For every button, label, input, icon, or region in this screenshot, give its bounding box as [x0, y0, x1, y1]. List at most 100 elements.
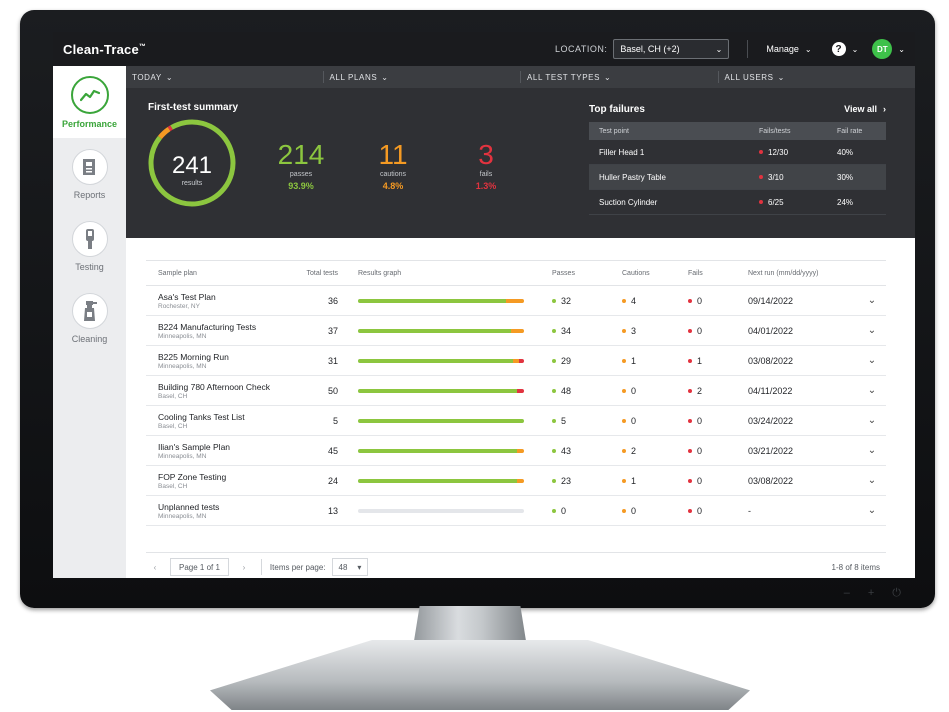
filter-label: ALL USERS [724, 72, 774, 82]
total-tests: 31 [327, 355, 338, 366]
fails-value: 2 [697, 385, 703, 396]
results-bar [358, 448, 524, 453]
table-row[interactable]: Cooling Tanks Test List Basel, CH 5 5 0 … [146, 406, 886, 436]
column-header: Results graph [358, 269, 402, 277]
cautions-value: 3 [631, 325, 637, 336]
pass-dot-icon [552, 478, 556, 483]
brand-logo[interactable]: Clean-Trace™ [63, 42, 146, 57]
chevron-down-icon[interactable]: ⌄ [858, 295, 886, 306]
plan-name[interactable]: FOP Zone Testing [158, 472, 296, 482]
plan-name[interactable]: Cooling Tanks Test List [158, 412, 296, 422]
plan-name[interactable]: B224 Manufacturing Tests [158, 322, 296, 332]
table-row[interactable]: Suction Cylinder 6/25 24% [589, 190, 886, 215]
manage-menu[interactable]: Manage ⌄ [766, 44, 811, 54]
chevron-down-icon[interactable]: ⌄ [858, 445, 886, 456]
cautions-value: 2 [631, 445, 637, 456]
results-bar [358, 388, 524, 393]
plus-icon: + [867, 587, 875, 599]
table-row[interactable]: Unplanned tests Minneapolis, MN 13 0 0 0… [146, 496, 886, 526]
chevron-down-icon[interactable]: ⌄ [858, 325, 886, 336]
column-header[interactable]: Passes [544, 270, 614, 277]
pagination-bar: ‹ Page 1 of 1 › Items per page: 48 ▾ 1-8… [146, 552, 886, 578]
location-select[interactable]: Basel, CH (+2) ⌄ [613, 39, 730, 59]
chevron-down-icon[interactable]: ⌄ [858, 505, 886, 516]
page-indicator[interactable]: Page 1 of 1 [170, 558, 229, 576]
plans-table: Sample plan Total tests Results graph Pa… [146, 260, 886, 526]
items-per-page-select[interactable]: 48 ▾ [331, 558, 369, 576]
column-header[interactable]: Next run (mm/dd/yyyy) [740, 270, 858, 277]
column-header: Test point [599, 127, 629, 135]
table-row[interactable]: Ilian's Sample Plan Minneapolis, MN 45 4… [146, 436, 886, 466]
cautions-cell: 1 [614, 356, 680, 366]
plan-name[interactable]: Unplanned tests [158, 502, 296, 512]
chevron-down-icon[interactable]: ⌄ [858, 475, 886, 486]
sidebar-item-cleaning[interactable]: Cleaning [53, 282, 126, 354]
filter-users[interactable]: ALL USERS ⌄ [717, 71, 916, 83]
next-run: - [748, 505, 751, 516]
cautions-value: 4 [631, 295, 637, 306]
table-row[interactable]: B224 Manufacturing Tests Minneapolis, MN… [146, 316, 886, 346]
next-page-icon[interactable]: › [235, 563, 253, 572]
plan-name[interactable]: Ilian's Sample Plan [158, 442, 296, 452]
bar-caution-segment [516, 448, 524, 453]
help-icon[interactable]: ? [831, 42, 846, 56]
plan-name[interactable]: Asa's Test Plan [158, 292, 296, 302]
bar-pass-segment [358, 448, 517, 453]
view-all-link[interactable]: View all › [844, 104, 886, 114]
filter-plans[interactable]: ALL PLANS ⌄ [322, 71, 521, 83]
plan-name[interactable]: Building 780 Afternoon Check [158, 382, 296, 392]
caution-dot-icon [622, 418, 626, 423]
cautions-value: 1 [631, 355, 637, 366]
bar-pass-segment [358, 478, 518, 483]
pass-dot-icon [552, 388, 556, 393]
chevron-down-icon: ⌄ [777, 72, 785, 82]
column-header: Fail rate [837, 127, 863, 135]
filter-date[interactable]: TODAY ⌄ [126, 71, 323, 83]
sidebar: Performance Reports Testing Cleaning [53, 66, 126, 578]
chevron-down-icon[interactable]: ⌄ [858, 355, 886, 366]
passes-value: 23 [561, 475, 572, 486]
column-header[interactable]: Total tests [296, 270, 350, 277]
chevron-down-icon: ⌄ [381, 72, 389, 82]
next-run: 03/21/2022 [748, 445, 794, 456]
table-row[interactable]: Huller Pastry Table 3/10 30% [589, 165, 886, 190]
chevron-down-icon[interactable]: ⌄ [858, 385, 886, 396]
table-row[interactable]: FOP Zone Testing Basel, CH 24 23 1 0 03/… [146, 466, 886, 496]
chevron-down-icon[interactable]: ⌄ [852, 45, 859, 54]
column-header[interactable]: Cautions [614, 270, 680, 277]
passes-cell: 23 [544, 476, 614, 486]
sidebar-item-performance[interactable]: Performance [53, 66, 126, 138]
sidebar-item-testing[interactable]: Testing [53, 210, 126, 282]
total-tests: 5 [332, 415, 338, 426]
table-row[interactable]: Filler Head 1 12/30 40% [589, 140, 886, 165]
ratio-value: 3/10 [768, 172, 784, 182]
column-header[interactable]: Sample plan [146, 270, 296, 277]
sample-plan-cell: B225 Morning Run Minneapolis, MN [146, 352, 296, 370]
items-per-page-value: 48 [338, 562, 348, 572]
cautions-label: cautions [379, 171, 407, 178]
top-failures-header: Top failures View all › [589, 102, 886, 116]
table-row[interactable]: Building 780 Afternoon Check Basel, CH 5… [146, 376, 886, 406]
plan-name[interactable]: B225 Morning Run [158, 352, 296, 362]
passes-cell: 0 [544, 506, 614, 516]
fails-value: 0 [697, 325, 703, 336]
user-avatar[interactable]: DT [872, 39, 893, 59]
fail-dot-icon [688, 418, 692, 423]
table-row[interactable]: Asa's Test Plan Rochester, NY 36 32 4 0 … [146, 286, 886, 316]
column-header[interactable]: Fails [680, 270, 740, 277]
filter-test-types[interactable]: ALL TEST TYPES ⌄ [520, 71, 718, 83]
fails-percent: 1.3% [475, 181, 497, 191]
performance-chart-icon [70, 75, 109, 114]
results-graph [350, 448, 544, 453]
caution-dot-icon [622, 508, 626, 513]
fail-dot-icon [688, 508, 692, 513]
table-row[interactable]: B225 Morning Run Minneapolis, MN 31 29 1… [146, 346, 886, 376]
fail-dot-icon [759, 150, 763, 154]
chevron-down-icon[interactable]: ⌄ [898, 45, 905, 54]
next-run: 04/01/2022 [748, 325, 794, 336]
previous-page-icon[interactable]: ‹ [146, 563, 164, 572]
total-tests: 24 [327, 475, 338, 486]
sidebar-item-reports[interactable]: Reports [53, 138, 126, 210]
chevron-down-icon[interactable]: ⌄ [858, 415, 886, 426]
cautions-percent: 4.8% [382, 181, 404, 191]
